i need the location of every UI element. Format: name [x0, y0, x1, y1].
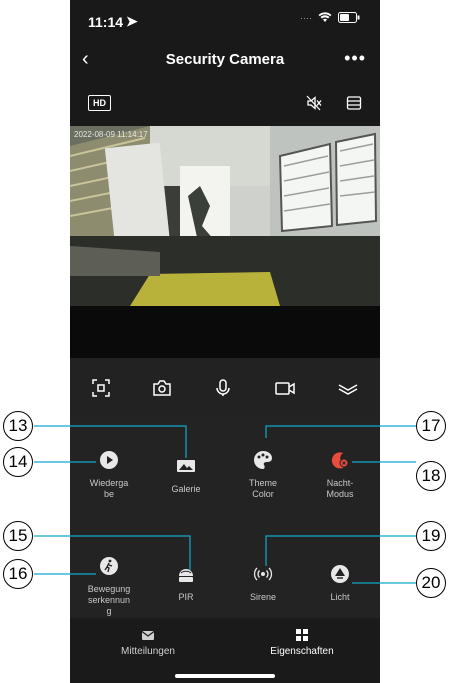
feature-pir[interactable]: PIR: [151, 564, 221, 603]
callout-13: 13: [3, 411, 33, 441]
feature-label: Sirene: [249, 592, 276, 602]
feature-nacht-modus[interactable]: Nacht-Modus: [305, 450, 375, 500]
feature-label: PIR: [178, 592, 194, 602]
envelope-icon: [141, 631, 155, 640]
feature-galerie[interactable]: Galerie: [151, 456, 221, 495]
feature-theme-color[interactable]: Theme Color: [228, 450, 298, 500]
feature-label: Bewegung serkennun g: [87, 584, 131, 616]
navigation-bar: ‹ Security Camera •••: [70, 42, 380, 78]
feature-licht[interactable]: Licht: [305, 564, 375, 603]
status-bar: 11:14 ➤ ····: [70, 0, 380, 42]
microphone-icon[interactable]: [213, 378, 233, 398]
tab-label: Eigenschaften: [270, 646, 334, 657]
feature-wiedergabe[interactable]: Wiederga be: [74, 450, 144, 500]
video-timestamp: 2022-08-09 11:14:17: [74, 130, 148, 139]
video-record-icon[interactable]: [274, 378, 296, 398]
callout-19: 19: [416, 521, 446, 551]
feature-sirene[interactable]: Sirene: [228, 564, 298, 603]
callout-17: 17: [416, 411, 446, 441]
page-title: Security Camera: [165, 51, 285, 68]
grid-icon: [296, 629, 308, 641]
night-mode-icon: [331, 452, 349, 469]
wifi-icon: [318, 12, 332, 22]
tab-mitteilungen[interactable]: Mitteilungen: [88, 628, 208, 657]
location-arrow-icon: ➤: [126, 13, 138, 29]
camera-controls: [70, 358, 380, 418]
phone-screen: 11:14 ➤ ···· ‹ Security Camera ••• HD 20…: [70, 0, 380, 683]
motion-detection-icon: [100, 557, 118, 575]
feature-label: Galerie: [171, 484, 201, 494]
video-letterbox: [70, 306, 380, 358]
signal-icon: ····: [300, 12, 312, 23]
screenshot-frame-icon[interactable]: [91, 378, 111, 398]
play-icon: [100, 451, 118, 469]
feature-label: Licht: [330, 592, 350, 602]
tab-label: Mitteilungen: [121, 646, 175, 657]
camera-snapshot-icon[interactable]: [152, 378, 172, 398]
tab-eigenschaften[interactable]: Eigenschaften: [242, 628, 362, 657]
callout-14: 14: [3, 447, 33, 477]
speaker-muted-icon[interactable]: [306, 95, 322, 111]
layout-icon[interactable]: [346, 95, 362, 111]
callout-16: 16: [3, 559, 33, 589]
siren-icon: [253, 567, 273, 581]
status-time: 11:14: [88, 14, 124, 30]
palette-icon: [254, 451, 272, 469]
gallery-icon: [177, 460, 195, 472]
callout-18: 18: [416, 461, 446, 491]
callout-20: 20: [416, 568, 446, 598]
status-icons: ····: [300, 12, 360, 23]
pir-sensor-icon: [179, 569, 193, 582]
more-options-button[interactable]: •••: [344, 48, 366, 69]
video-toolbar: HD: [70, 86, 380, 122]
feature-label: Nacht-Modus: [326, 478, 354, 499]
home-indicator: [175, 674, 275, 678]
feature-label: Theme Color: [248, 478, 277, 499]
camera-scene-image: [70, 126, 380, 306]
collapse-chevron-icon[interactable]: [337, 378, 359, 398]
hd-quality-button[interactable]: HD: [88, 95, 111, 111]
feature-panel: Wiederga be Galerie Theme Color Nacht-Mo…: [70, 418, 380, 618]
callout-15: 15: [3, 521, 33, 551]
light-icon: [331, 565, 349, 583]
camera-live-view[interactable]: 2022-08-09 11:14:17: [70, 126, 380, 306]
feature-label: Wiederga be: [89, 478, 129, 499]
feature-bewegungserkennung[interactable]: Bewegung serkennun g: [74, 556, 144, 617]
battery-icon: [338, 12, 360, 23]
